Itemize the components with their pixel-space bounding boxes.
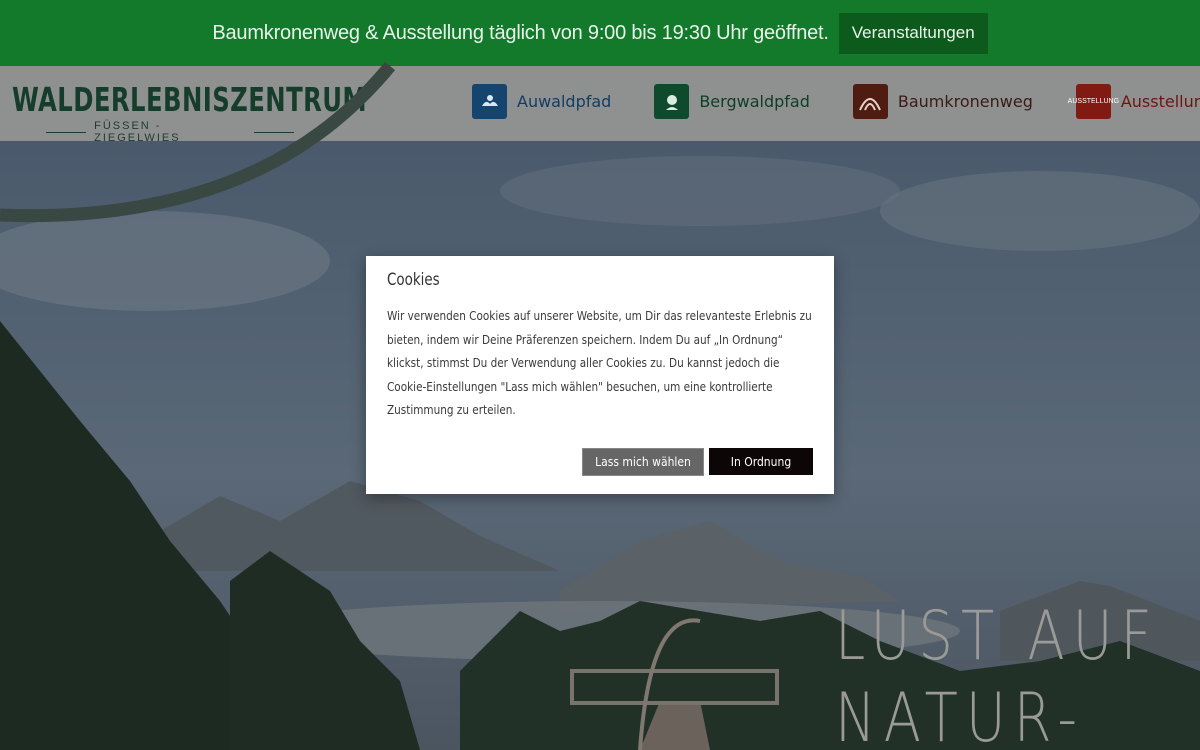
hero-slogan: LUST AUF NATUR- <box>835 597 1160 750</box>
nav-item-ausstellung[interactable]: AUSSTELLUNG Ausstellung <box>1068 84 1200 119</box>
cookie-settings-button[interactable]: Lass mich wählen <box>582 448 704 476</box>
logo-subtitle-row: FÜSSEN - ZIEGELWIES <box>12 120 294 141</box>
logo-subtitle: FÜSSEN - ZIEGELWIES <box>94 120 181 141</box>
site-logo[interactable]: WALDERLEBNISZENTRUM FÜSSEN - ZIEGELWIES <box>12 80 368 141</box>
announcement-bar: Baumkronenweg & Ausstellung täglich von … <box>0 0 1200 66</box>
auwald-icon <box>472 84 507 119</box>
nav-label-ausstellung: Ausstellung <box>1120 92 1200 111</box>
nav-label-auwaldpfad: Auwaldpfad <box>517 92 612 111</box>
nav-item-baumkronenweg[interactable]: Baumkronenweg <box>852 84 1033 119</box>
ausstellung-icon: AUSSTELLUNG <box>1068 84 1119 119</box>
cookie-modal-actions: Lass mich wählen In Ordnung <box>582 448 813 476</box>
main-nav: Auwaldpfad Bergwaldpfad Baumkronenweg AU… <box>472 84 1200 119</box>
cookie-accept-button[interactable]: In Ordnung <box>709 448 813 475</box>
cookie-modal-title: Cookies <box>387 270 440 290</box>
nav-item-bergwaldpfad[interactable]: Bergwaldpfad <box>654 84 810 119</box>
nav-label-baumkronenweg: Baumkronenweg <box>897 92 1033 111</box>
cookie-modal: Cookies Wir verwenden Cookies auf unsere… <box>366 256 834 494</box>
ausstellung-icon-text: AUSSTELLUNG <box>1067 98 1120 105</box>
baumkronenweg-icon <box>852 84 888 119</box>
logo-title: WALDERLEBNISZENTRUM <box>12 80 368 119</box>
cookie-modal-text: Wir verwenden Cookies auf unserer Websit… <box>387 308 812 417</box>
site-header: WALDERLEBNISZENTRUM FÜSSEN - ZIEGELWIES … <box>0 66 1200 141</box>
events-button[interactable]: Veranstaltungen <box>838 12 988 54</box>
nav-label-bergwaldpfad: Bergwaldpfad <box>699 92 810 111</box>
nav-item-auwaldpfad[interactable]: Auwaldpfad <box>472 84 611 119</box>
opening-hours-text: Baumkronenweg & Ausstellung täglich von … <box>212 21 829 44</box>
bergwald-icon <box>654 84 690 119</box>
